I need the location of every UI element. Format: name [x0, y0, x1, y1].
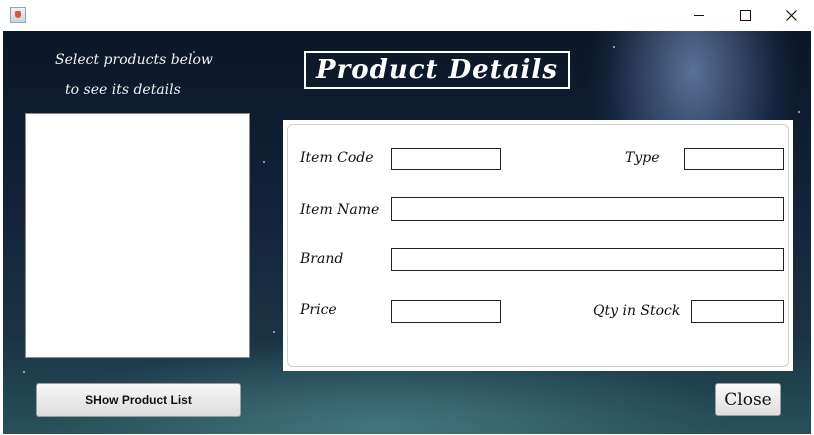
item-name-field[interactable] [391, 197, 784, 221]
maximize-button[interactable] [722, 0, 768, 31]
star [273, 331, 275, 333]
java-app-icon [10, 7, 26, 23]
price-field[interactable] [391, 300, 501, 323]
price-label: Price [300, 302, 337, 318]
instruction-line-1: Select products below [55, 52, 213, 68]
instruction-line-2: to see its details [65, 82, 181, 98]
product-list[interactable] [25, 113, 250, 358]
minimize-button[interactable] [676, 0, 722, 31]
close-button[interactable]: Close [715, 383, 781, 416]
main-content: Select products below to see its details… [3, 31, 811, 434]
show-product-list-button[interactable]: SHow Product List [36, 383, 241, 417]
star [798, 111, 800, 113]
type-label: Type [625, 150, 660, 166]
qty-in-stock-field[interactable] [691, 300, 784, 323]
maximize-icon [739, 10, 751, 21]
brand-label: Brand [300, 251, 344, 267]
window-titlebar [0, 0, 814, 31]
item-code-label: Item Code [300, 150, 374, 166]
item-code-field[interactable] [391, 148, 501, 170]
brand-field[interactable] [391, 248, 784, 271]
close-icon [785, 10, 797, 21]
item-name-label: Item Name [300, 202, 380, 218]
minimize-icon [694, 15, 704, 16]
star [613, 46, 615, 48]
product-details-panel: Item Code Type Item Name Brand Price Qty… [283, 120, 793, 371]
page-title: Product Details [316, 55, 558, 85]
star [23, 371, 25, 373]
star [263, 161, 265, 163]
type-field[interactable] [684, 148, 784, 170]
page-title-box: Product Details [304, 51, 570, 89]
qty-in-stock-label: Qty in Stock [593, 303, 681, 319]
window-close-button[interactable] [768, 0, 814, 31]
